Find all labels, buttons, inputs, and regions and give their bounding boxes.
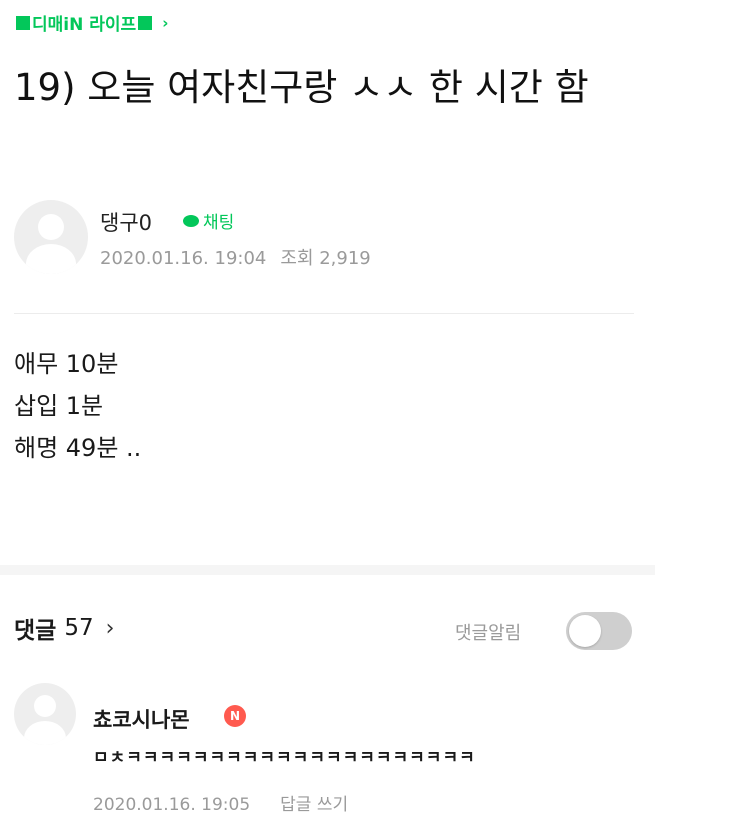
new-badge-icon: N xyxy=(224,705,246,727)
commenter-name[interactable]: 쵸코시나몬 xyxy=(93,704,190,734)
chat-button[interactable]: 채팅 xyxy=(183,208,234,233)
avatar-body xyxy=(26,244,76,274)
avatar-head xyxy=(34,695,56,717)
avatar-body xyxy=(24,721,66,745)
cafe-name: 디매iN 라이프 xyxy=(32,15,137,35)
cafe-link[interactable]: 디매iN 라이프 › xyxy=(14,10,168,35)
comments-link[interactable]: 댓글 57 › xyxy=(14,611,114,645)
reply-button[interactable]: 답글 쓰기 xyxy=(280,795,348,815)
chevron-right-icon: › xyxy=(105,615,115,641)
cafe-square-right xyxy=(138,15,153,30)
section-divider xyxy=(0,565,655,575)
comment-text: ㅁㅊㅋㅋㅋㅋㅋㅋㅋㅋㅋㅋㅋㅋㅋㅋㅋㅋㅋㅋㅋㅋㅋ xyxy=(93,748,476,768)
chat-label: 채팅 xyxy=(203,213,235,233)
cafe-square-left xyxy=(16,15,30,30)
post-page: 디매iN 라이프 › 19) 오늘 여자친구랑 ㅅㅅ 한 시간 함 댕구0 채팅… xyxy=(0,0,736,818)
comment-date: 2020.01.16. 19:05 xyxy=(93,795,251,815)
post-line: 애무 10분 xyxy=(14,350,119,378)
post-line: 삽입 1분 xyxy=(14,392,104,420)
comment-notify-toggle[interactable] xyxy=(566,612,632,650)
divider xyxy=(14,313,634,314)
post-title: 19) 오늘 여자친구랑 ㅅㅅ 한 시간 함 xyxy=(14,66,589,109)
post-views: 조회 2,919 xyxy=(280,248,371,269)
avatar-head xyxy=(38,214,64,240)
author-name[interactable]: 댕구0 xyxy=(100,207,152,237)
commenter-avatar[interactable] xyxy=(14,683,76,745)
chevron-right-icon: › xyxy=(162,13,169,32)
author-avatar[interactable] xyxy=(14,200,88,274)
chat-bubble-icon xyxy=(183,214,199,227)
post-date: 2020.01.16. 19:04 xyxy=(100,248,267,269)
post-body: 애무 10분 삽입 1분 해명 49분 .. xyxy=(14,343,141,469)
comment-meta: 2020.01.16. 19:05 답글 쓰기 xyxy=(93,790,348,815)
post-line: 해명 49분 .. xyxy=(14,434,142,462)
post-meta: 2020.01.16. 19:04 조회 2,919 xyxy=(100,244,385,270)
comment-notify-label: 댓글알림 xyxy=(455,623,522,644)
toggle-knob xyxy=(569,615,601,647)
comments-label: 댓글 xyxy=(14,618,57,644)
comments-count: 57 xyxy=(64,615,94,641)
